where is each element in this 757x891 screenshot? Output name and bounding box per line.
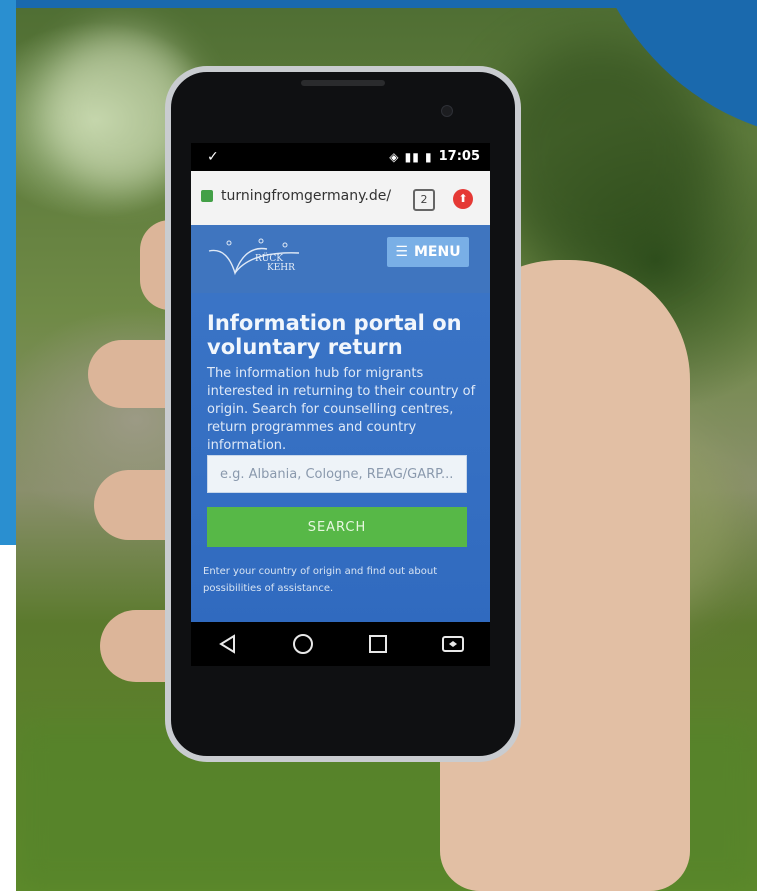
home-circle-icon[interactable] — [283, 624, 323, 664]
hero-subtitle: The information hub for migrants interes… — [207, 366, 476, 453]
update-icon[interactable]: ⬆ — [453, 189, 473, 209]
hero-section: Information portal on voluntary return T… — [191, 293, 490, 666]
search-hint: Enter your country of origin and find ou… — [203, 566, 438, 594]
hero-title: Information portal on voluntary return — [207, 311, 462, 359]
site-header: RÜCK KEHR ☰ MENU — [191, 225, 490, 293]
logo-text-line2: KEHR — [267, 263, 295, 273]
phone-screen: ✓ ◈ ▮▮ ▮ 17:05 turningfromgermany.de/ 2 … — [191, 143, 490, 666]
recents-square-icon[interactable] — [358, 624, 398, 664]
download-done-icon: ✓ — [207, 149, 219, 165]
status-bar: ✓ ◈ ▮▮ ▮ 17:05 — [191, 143, 490, 171]
android-nav-bar — [191, 622, 490, 666]
search-button[interactable]: SEARCH — [207, 507, 467, 547]
menu-label: MENU — [413, 244, 461, 260]
lock-icon — [201, 190, 213, 202]
tab-count: 2 — [420, 193, 428, 206]
hamburger-icon: ☰ — [395, 244, 408, 260]
blue-frame-left — [0, 0, 16, 545]
menu-button[interactable]: ☰ MENU — [387, 237, 469, 267]
signal-battery-icons: ◈ ▮▮ ▮ — [389, 149, 433, 164]
blue-frame-corner — [577, 0, 757, 140]
phone-camera — [441, 105, 453, 117]
phone-speaker — [301, 80, 385, 86]
back-triangle-icon[interactable] — [208, 624, 248, 664]
browser-url-bar: turningfromgermany.de/ 2 ⬆ — [191, 171, 490, 225]
search-input[interactable] — [207, 455, 467, 493]
tabs-button[interactable]: 2 — [413, 189, 435, 211]
status-right: ◈ ▮▮ ▮ 17:05 — [389, 149, 480, 164]
status-time: 17:05 — [438, 149, 480, 164]
switch-sim-icon[interactable] — [433, 624, 473, 664]
url-field[interactable]: turningfromgermany.de/ — [201, 181, 401, 211]
url-text: turningfromgermany.de/ — [221, 188, 392, 204]
logo-text: RÜCK KEHR — [255, 255, 295, 273]
